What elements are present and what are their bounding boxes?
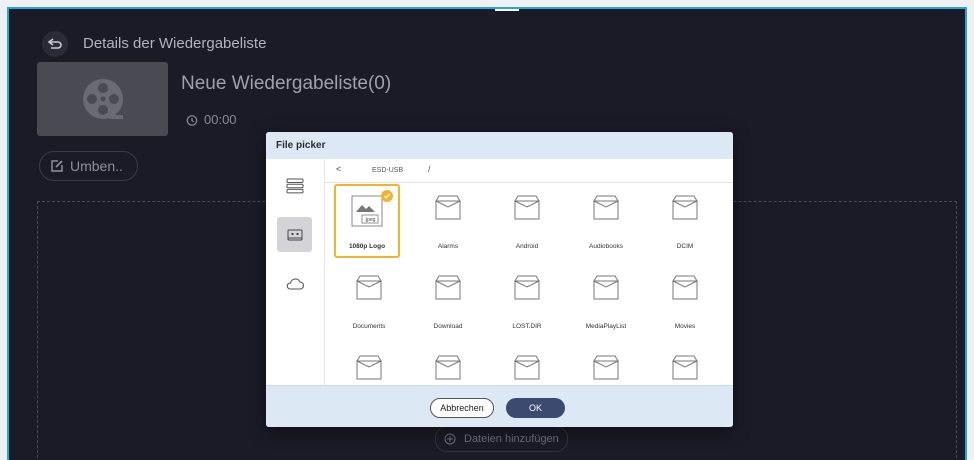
page-title: Details der Wiedergabeliste <box>83 35 267 52</box>
ok-button[interactable]: OK <box>506 398 565 418</box>
back-button[interactable] <box>42 31 68 57</box>
file-grid: .jpeg 1080p Logo Alarms Android Audioboo… <box>325 183 733 385</box>
folder-icon <box>435 355 461 380</box>
path-root[interactable]: / <box>428 164 431 174</box>
cloud-icon <box>286 277 304 290</box>
folder-icon <box>514 275 540 300</box>
folder-label: Alarms <box>437 243 459 250</box>
path-back-button[interactable]: < <box>336 164 341 174</box>
duration-text: 00:00 <box>204 112 237 127</box>
list-icon <box>286 178 303 193</box>
source-list-button[interactable] <box>277 168 312 203</box>
folder-icon <box>672 195 698 220</box>
add-files-button[interactable]: Dateien hinzufügen <box>435 426 568 452</box>
folder-label: DCIM <box>676 243 694 250</box>
folder-tile[interactable] <box>494 344 560 385</box>
playlist-duration: 00:00 <box>186 112 237 127</box>
folder-tile[interactable]: LOST.DIR <box>494 264 560 338</box>
folder-label: Audiobooks <box>589 243 623 250</box>
file-tile[interactable]: .jpeg 1080p Logo <box>334 184 400 258</box>
usb-drive-icon <box>287 229 302 240</box>
rename-label: Umben.. <box>70 158 123 174</box>
dialog-footer: Abbrechen OK <box>266 385 733 427</box>
folder-icon <box>514 355 540 380</box>
folder-tile[interactable]: Movies <box>652 264 718 338</box>
folder-icon <box>435 275 461 300</box>
folder-icon <box>356 355 382 380</box>
cancel-button[interactable]: Abbrechen <box>430 398 494 418</box>
folder-tile[interactable]: Download <box>415 264 481 338</box>
folder-tile[interactable] <box>573 344 639 385</box>
playlist-name: Neue Wiedergabeliste(0) <box>181 73 392 94</box>
folder-label: Android <box>515 243 539 250</box>
folder-label: Download <box>433 323 463 330</box>
folder-icon <box>593 195 619 220</box>
folder-tile[interactable]: Android <box>494 184 560 258</box>
clock-icon <box>186 114 198 126</box>
folder-tile[interactable] <box>415 344 481 385</box>
path-device[interactable]: ESD-USB <box>372 167 403 174</box>
image-file-icon: .jpeg <box>351 195 383 227</box>
folder-icon <box>672 275 698 300</box>
add-circle-icon <box>444 433 456 445</box>
folder-tile[interactable]: DCIM <box>652 184 718 258</box>
add-files-label: Dateien hinzufügen <box>464 433 559 445</box>
folder-tile[interactable] <box>652 344 718 385</box>
dialog-header: File picker <box>266 132 733 159</box>
folder-tile[interactable] <box>336 344 402 385</box>
edit-icon <box>51 160 63 172</box>
folder-label: LOST.DIR <box>512 323 542 330</box>
file-type-badge: .jpeg <box>365 217 376 223</box>
selected-check-icon <box>381 190 393 202</box>
source-usb-button[interactable] <box>277 217 312 252</box>
folder-tile[interactable]: Documents <box>336 264 402 338</box>
folder-icon <box>593 275 619 300</box>
folder-tile[interactable]: Alarms <box>415 184 481 258</box>
source-sidebar <box>266 159 325 385</box>
path-bar: < ESD-USB / <box>325 159 733 183</box>
folder-icon <box>356 275 382 300</box>
folder-label: Documents <box>352 323 386 330</box>
playlist-thumbnail <box>37 62 168 136</box>
folder-label: MediaPlayList <box>585 323 627 330</box>
film-reel-icon <box>82 79 123 119</box>
rename-button[interactable]: Umben.. <box>39 151 138 181</box>
file-label: 1080p Logo <box>348 243 386 250</box>
folder-icon <box>593 355 619 380</box>
folder-tile[interactable]: MediaPlayList <box>573 264 639 338</box>
folder-icon <box>672 355 698 380</box>
folder-icon <box>514 195 540 220</box>
top-indicator <box>495 9 519 11</box>
folder-tile[interactable]: Audiobooks <box>573 184 639 258</box>
file-picker-dialog: File picker < ESD-USB / .jpeg 1080p Logo… <box>266 132 733 427</box>
folder-icon <box>435 195 461 220</box>
source-cloud-button[interactable] <box>277 266 312 301</box>
return-icon <box>48 38 62 49</box>
folder-label: Movies <box>674 323 696 330</box>
dialog-title: File picker <box>276 140 326 151</box>
